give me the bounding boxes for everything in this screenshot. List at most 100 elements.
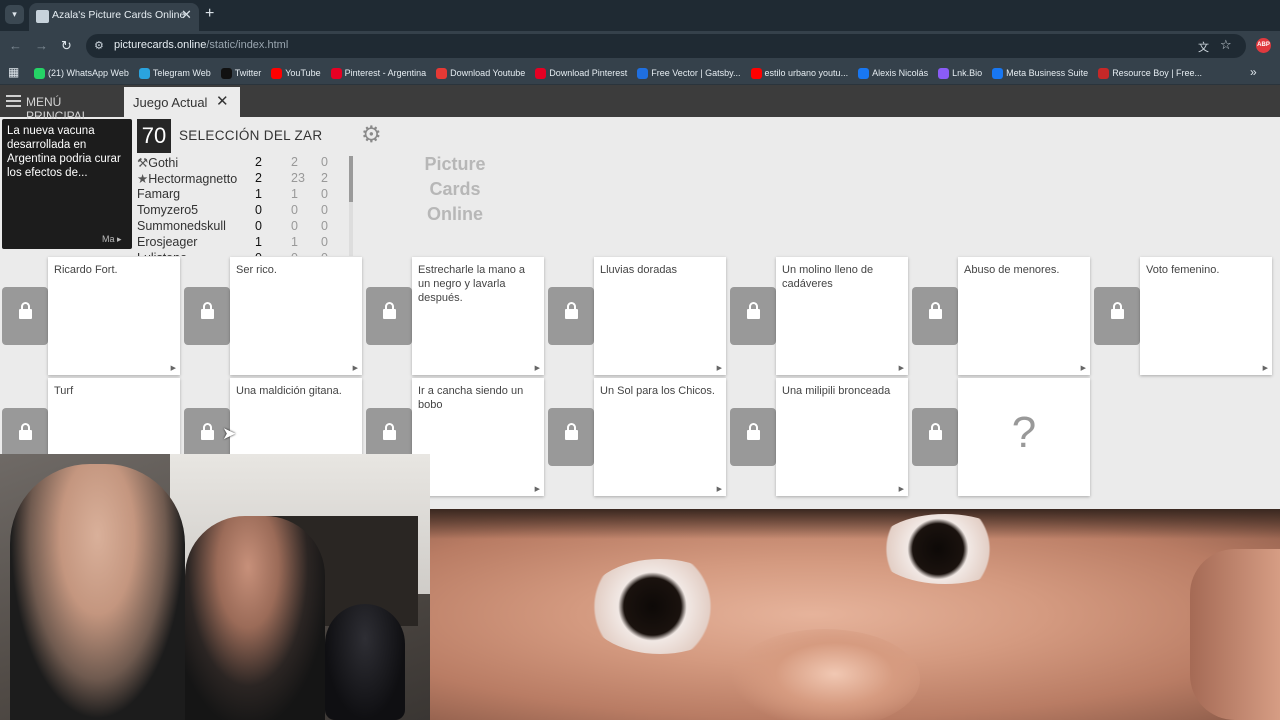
answer-card-text: Voto femenino. bbox=[1146, 264, 1220, 276]
bookmark-item[interactable]: Pinterest - Argentina bbox=[330, 67, 426, 79]
card-expand-icon[interactable]: ▶ bbox=[353, 364, 358, 372]
hidden-card-mark: ? bbox=[1011, 408, 1037, 457]
bookmark-item[interactable]: Download Youtube bbox=[436, 67, 525, 79]
answer-card[interactable]: Abuso de menores. ▶ bbox=[958, 257, 1090, 375]
bookmark-item[interactable]: Meta Business Suite bbox=[992, 67, 1089, 79]
logo-line-3: Online bbox=[426, 204, 483, 224]
new-tab-button[interactable]: + bbox=[205, 5, 214, 23]
more-bookmarks-icon[interactable]: » bbox=[1250, 65, 1257, 79]
answer-card[interactable]: Estrecharle la mano a un negro y lavarla… bbox=[412, 257, 544, 375]
app-logo: Picture Cards Online bbox=[395, 152, 515, 227]
tab-close-icon[interactable]: ✕ bbox=[181, 7, 192, 23]
site-settings-icon[interactable]: ⚙ bbox=[94, 39, 104, 52]
bookmark-item[interactable]: Lnk.Bio bbox=[938, 67, 983, 79]
url-domain: picturecards.online bbox=[114, 39, 207, 51]
back-arrow-icon[interactable]: ← bbox=[9, 38, 22, 53]
lock-icon bbox=[747, 423, 760, 440]
card-expand-icon[interactable]: ▶ bbox=[171, 364, 176, 372]
player-points: 0 bbox=[255, 203, 262, 217]
lock-button[interactable] bbox=[912, 408, 958, 466]
bookmark-list: (21) WhatsApp Web Telegram Web Twitter YouT… bbox=[34, 61, 1202, 85]
player-stat-2: 0 bbox=[321, 235, 328, 249]
reload-icon[interactable]: ↻ bbox=[61, 38, 72, 54]
card-expand-icon[interactable]: ▶ bbox=[535, 485, 540, 493]
tab-current-game[interactable]: Juego Actual ✕ bbox=[124, 87, 240, 117]
card-expand-icon[interactable]: ▶ bbox=[899, 364, 904, 372]
scoreboard: ⚒Gothi 2 2 0 ★Hectormagnetto 2 23 2 Famarg 1 1 0 Tom… bbox=[137, 154, 345, 256]
card-expand-icon[interactable]: ▶ bbox=[717, 364, 722, 372]
player-name-cell: ⚒Gothi bbox=[137, 155, 178, 170]
forward-arrow-icon[interactable]: → bbox=[35, 38, 48, 53]
lock-icon bbox=[565, 423, 578, 440]
tab-search-icon[interactable]: ▾ bbox=[5, 5, 24, 24]
bookmarks-bar: ▦ (21) WhatsApp Web Telegram Web Twitter Yo… bbox=[0, 61, 1280, 85]
answer-card[interactable]: Ricardo Fort. ▶ bbox=[48, 257, 180, 375]
card-expand-icon[interactable]: ▶ bbox=[1081, 364, 1086, 372]
url-text[interactable]: picturecards.online/static/index.html bbox=[114, 39, 288, 51]
scoreboard-row: Erosjeager 1 1 0 bbox=[137, 234, 345, 250]
lock-button[interactable] bbox=[912, 287, 958, 345]
face-hair bbox=[430, 509, 1280, 539]
lock-button[interactable] bbox=[730, 408, 776, 466]
scoreboard-scroll-thumb[interactable] bbox=[349, 156, 353, 202]
card-expand-icon[interactable]: ▶ bbox=[899, 485, 904, 493]
answer-card[interactable]: Un molino lleno de cadáveres ▶ bbox=[776, 257, 908, 375]
lock-button[interactable] bbox=[366, 287, 412, 345]
answer-card[interactable]: ? bbox=[958, 378, 1090, 496]
bookmark-label: Lnk.Bio bbox=[952, 68, 983, 78]
player-stat-1: 23 bbox=[291, 171, 305, 185]
lock-button[interactable] bbox=[730, 287, 776, 345]
bookmark-favicon-icon bbox=[436, 67, 448, 79]
answer-card[interactable]: Una milipili bronceada ▶ bbox=[776, 378, 908, 496]
card-expand-icon[interactable]: ▶ bbox=[535, 364, 540, 372]
lock-button[interactable] bbox=[548, 287, 594, 345]
bookmark-favicon-icon bbox=[938, 67, 950, 79]
answer-card-text: Lluvias doradas bbox=[600, 264, 678, 276]
player-stat-2: 0 bbox=[321, 203, 328, 217]
bookmark-favicon-icon bbox=[271, 67, 283, 79]
bookmark-favicon-icon bbox=[1098, 67, 1110, 79]
apps-grid-icon[interactable]: ▦ bbox=[8, 65, 19, 79]
player-stat-2: 2 bbox=[321, 171, 328, 185]
browser-tab[interactable]: Azala's Picture Cards Online ✕ bbox=[29, 3, 199, 31]
answer-card[interactable]: Ser rico. ▶ bbox=[230, 257, 362, 375]
bookmark-item[interactable]: (21) WhatsApp Web bbox=[34, 67, 129, 79]
bookmark-item[interactable]: Resource Boy | Free... bbox=[1098, 67, 1202, 79]
lock-button[interactable] bbox=[1094, 287, 1140, 345]
prompt-more-button[interactable]: Ma ▸ bbox=[102, 234, 122, 245]
bookmark-star-icon[interactable]: ☆ bbox=[1220, 37, 1232, 53]
bookmark-item[interactable]: Download Pinterest bbox=[535, 67, 627, 79]
bookmark-item[interactable]: Free Vector | Gatsby... bbox=[637, 67, 741, 79]
bookmark-label: Alexis Nicolás bbox=[872, 68, 929, 78]
lock-button[interactable] bbox=[2, 287, 48, 345]
player-stat-2: 0 bbox=[321, 251, 328, 256]
player-stat-1: 2 bbox=[291, 155, 298, 169]
answer-card[interactable]: Ir a cancha siendo un bobo ▶ bbox=[412, 378, 544, 496]
adblock-extension-icon[interactable]: ABP bbox=[1256, 38, 1271, 53]
bookmark-label: Meta Business Suite bbox=[1006, 68, 1089, 78]
lock-button[interactable] bbox=[184, 287, 230, 345]
lock-button[interactable] bbox=[548, 408, 594, 466]
address-bar[interactable]: ⚙ picturecards.online/static/index.html … bbox=[86, 34, 1246, 58]
card-expand-icon[interactable]: ▶ bbox=[717, 485, 722, 493]
hammer-icon: ⚒ bbox=[137, 156, 149, 170]
main-menu-button[interactable]: MENÚ PRINCIPAL bbox=[0, 85, 124, 123]
card-expand-icon[interactable]: ▶ bbox=[1263, 364, 1268, 372]
scoreboard-row: Summonedskull 0 0 0 bbox=[137, 218, 345, 234]
lock-icon bbox=[19, 423, 32, 440]
answer-card[interactable]: Lluvias doradas ▶ bbox=[594, 257, 726, 375]
close-icon[interactable]: ✕ bbox=[216, 92, 229, 110]
bookmark-item[interactable]: Twitter bbox=[220, 67, 261, 79]
ear bbox=[1190, 549, 1280, 720]
answer-card[interactable]: Voto femenino. ▶ bbox=[1140, 257, 1272, 375]
answer-card[interactable]: Un Sol para los Chicos. ▶ bbox=[594, 378, 726, 496]
bookmark-item[interactable]: YouTube bbox=[271, 67, 321, 79]
bookmark-item[interactable]: estilo urbano youtu... bbox=[750, 67, 848, 79]
translate-icon[interactable]: 文 bbox=[1198, 39, 1209, 55]
bookmark-item[interactable]: Alexis Nicolás bbox=[858, 67, 929, 79]
bookmark-favicon-icon bbox=[220, 67, 232, 79]
bookmark-item[interactable]: Telegram Web bbox=[138, 67, 211, 79]
nose bbox=[730, 629, 920, 720]
gear-icon[interactable]: ⚙ bbox=[361, 121, 382, 148]
player-stat-1: 1 bbox=[291, 235, 298, 249]
